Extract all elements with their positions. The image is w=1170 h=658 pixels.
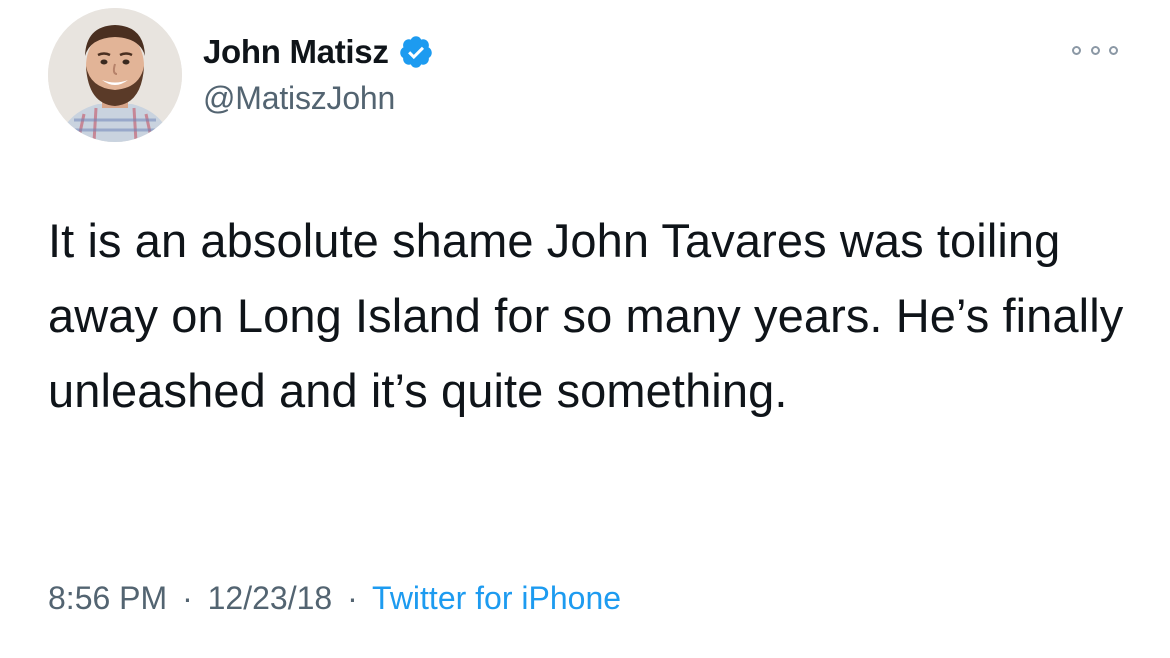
author-block: John Matisz @MatiszJohn (203, 30, 434, 117)
more-dot (1109, 45, 1118, 55)
tweet-card: John Matisz @MatiszJohn It is an absolut… (0, 0, 1170, 658)
tweet-source-link[interactable]: Twitter for iPhone (372, 580, 621, 616)
avatar[interactable] (48, 8, 182, 142)
name-row: John Matisz (203, 30, 434, 74)
more-dot (1072, 45, 1081, 55)
tweet-time[interactable]: 8:56 PM (48, 580, 167, 616)
more-options-icon[interactable] (1072, 40, 1118, 60)
avatar-photo (48, 8, 182, 142)
display-name[interactable]: John Matisz (203, 33, 389, 71)
handle[interactable]: @MatiszJohn (203, 80, 434, 117)
tweet-text: It is an absolute shame John Tavares was… (48, 214, 1124, 417)
verified-badge-icon (398, 34, 434, 70)
tweet-date[interactable]: 12/23/18 (208, 580, 333, 616)
tweet-meta: 8:56 PM · 12/23/18 · Twitter for iPhone (48, 580, 621, 617)
more-dot (1090, 45, 1100, 55)
meta-separator: · (182, 580, 193, 616)
meta-separator: · (347, 580, 358, 616)
